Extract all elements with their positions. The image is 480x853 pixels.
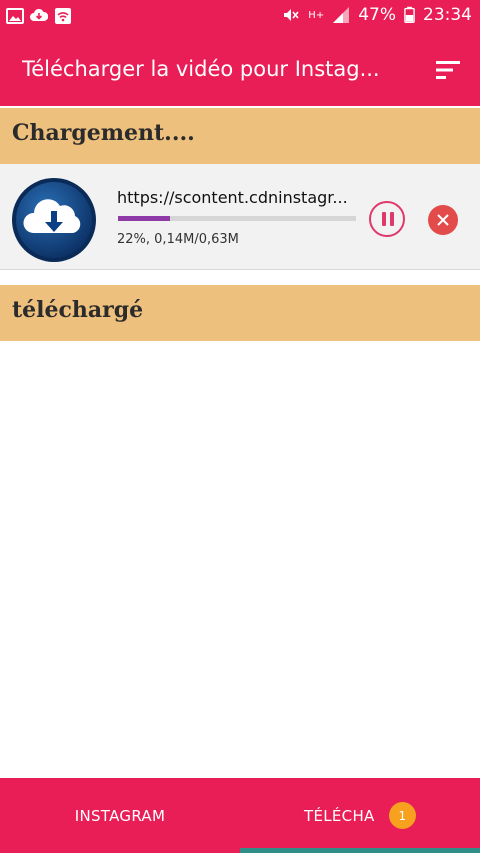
close-icon <box>437 214 449 226</box>
sort-icon[interactable] <box>434 59 462 81</box>
app-title: Télécharger la vidéo pour Instag... <box>22 57 380 81</box>
cloud-download-icon <box>30 8 48 21</box>
cloud-download-thumbnail-icon <box>12 178 96 262</box>
signal-icon <box>333 7 350 23</box>
battery-percent: 47% <box>358 5 396 25</box>
tab-downloads-label: TÉLÉCHA <box>304 807 375 825</box>
pause-icon <box>382 212 386 226</box>
network-type: H+ <box>308 9 325 21</box>
downloaded-section-header: téléchargé <box>0 285 480 341</box>
pause-button[interactable] <box>369 201 405 237</box>
tab-downloads[interactable]: TÉLÉCHA 1 <box>240 778 480 853</box>
wifi-box-icon <box>55 8 71 24</box>
pause-icon-bar <box>390 212 394 226</box>
tab-instagram-label: INSTAGRAM <box>74 806 166 825</box>
downloaded-section-title: téléchargé <box>12 297 144 323</box>
image-icon <box>6 8 24 24</box>
download-progress-fill <box>118 216 171 221</box>
app-bar: Télécharger la vidéo pour Instag... <box>0 34 480 106</box>
battery-icon <box>404 6 415 24</box>
clock: 23:34 <box>423 5 472 25</box>
download-progress-bar <box>118 216 356 221</box>
active-tab-indicator <box>240 848 480 853</box>
download-item[interactable]: https://scontent.cdninstagr... 22%, 0,14… <box>0 164 480 270</box>
status-bar: H+ 47% 23:34 <box>0 0 480 34</box>
loading-section-header: Chargement.... <box>0 108 480 164</box>
status-notifications <box>6 7 72 25</box>
loading-section-title: Chargement.... <box>12 120 195 146</box>
download-url: https://scontent.cdninstagr... <box>117 188 348 207</box>
download-count-badge: 1 <box>389 802 416 829</box>
tab-instagram[interactable]: INSTAGRAM <box>0 778 240 853</box>
status-system: H+ 47% 23:34 <box>282 5 472 25</box>
cancel-button[interactable] <box>428 205 458 235</box>
download-status: 22%, 0,14M/0,63M <box>117 232 239 247</box>
mute-icon <box>284 9 299 21</box>
bottom-navigation: INSTAGRAM TÉLÉCHA 1 <box>0 778 480 853</box>
